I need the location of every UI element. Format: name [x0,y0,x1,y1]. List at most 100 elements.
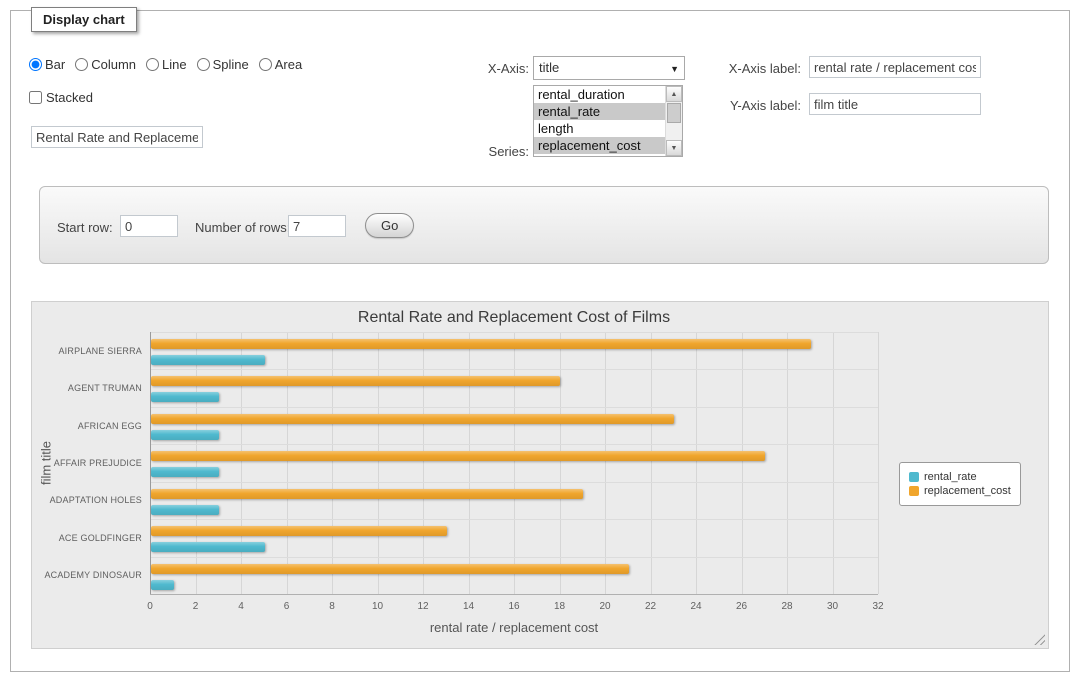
bar-rental_rate[interactable] [151,542,265,552]
bar-replacement_cost[interactable] [151,414,674,424]
bar-rental_rate[interactable] [151,430,219,440]
x-gridline [833,332,834,594]
x-tick-label: 28 [772,601,802,612]
number-of-rows-label: Number of rows: [195,220,290,235]
chart-type-radio-area[interactable] [259,58,272,71]
chart-type-radio-column[interactable] [75,58,88,71]
row-range-panel: Start row: Number of rows: Go [39,186,1049,264]
bar-replacement_cost[interactable] [151,489,583,499]
chart-type-option-line[interactable]: Line [146,57,187,72]
chart-legend: rental_rate replacement_cost [899,462,1021,506]
chart-type-option-label: Area [275,57,302,72]
x-gridline [332,332,333,594]
bar-rental_rate[interactable] [151,580,174,590]
x-gridline [787,332,788,594]
bar-replacement_cost[interactable] [151,339,811,349]
chart-x-axis-title: rental rate / replacement cost [150,620,878,635]
x-gridline [241,332,242,594]
x-tick-label: 30 [818,601,848,612]
x-tick-label: 12 [408,601,438,612]
x-tick-label: 10 [363,601,393,612]
x-gridline [878,332,879,594]
go-button[interactable]: Go [365,213,414,238]
y-gridline [150,369,878,370]
scroll-up-icon[interactable]: ▲ [666,86,682,102]
chart-type-option-column[interactable]: Column [75,57,136,72]
y-axis-label-label: Y-Axis label: [707,98,801,113]
chart-title: Rental Rate and Replacement Cost of Film… [150,309,878,327]
x-tick-label: 24 [681,601,711,612]
x-tick-label: 14 [454,601,484,612]
start-row-label: Start row: [57,220,113,235]
series-option-rental_duration[interactable]: rental_duration [534,86,665,103]
chart-type-option-spline[interactable]: Spline [197,57,249,72]
chart-type-option-label: Spline [213,57,249,72]
legend-label: replacement_cost [924,485,1011,497]
series-option-length[interactable]: length [534,120,665,137]
x-tick-label: 20 [590,601,620,612]
legend-item-replacement_cost[interactable]: replacement_cost [909,485,1011,497]
chart-type-option-area[interactable]: Area [259,57,302,72]
y-axis-line [150,332,151,594]
stacked-label: Stacked [46,90,93,105]
y-axis-label-input[interactable] [809,93,981,115]
y-gridline [150,482,878,483]
legend-label: rental_rate [924,471,977,483]
x-tick-label: 26 [727,601,757,612]
chart-type-radio-line[interactable] [146,58,159,71]
resize-handle-icon[interactable] [1034,634,1045,645]
x-gridline [651,332,652,594]
x-tick-label: 32 [863,601,893,612]
y-gridline [150,557,878,558]
chart-container: Rental Rate and Replacement Cost of Film… [31,301,1049,649]
chart-type-option-bar[interactable]: Bar [29,57,65,72]
x-axis-label-input[interactable] [809,56,981,78]
y-gridline [150,332,878,333]
stacked-option[interactable]: Stacked [29,90,93,105]
stacked-checkbox[interactable] [29,91,42,104]
bar-replacement_cost[interactable] [151,526,447,536]
chart-type-option-label: Bar [45,57,65,72]
scroll-down-icon[interactable]: ▼ [666,140,682,156]
x-gridline [696,332,697,594]
bar-replacement_cost[interactable] [151,451,765,461]
x-tick-label: 22 [636,601,666,612]
x-gridline [196,332,197,594]
bar-replacement_cost[interactable] [151,564,629,574]
chart-type-option-label: Line [162,57,187,72]
x-tick-label: 4 [226,601,256,612]
bar-rental_rate[interactable] [151,392,219,402]
x-tick-label: 6 [272,601,302,612]
series-option-replacement_cost[interactable]: replacement_cost [534,137,665,154]
scrollbar-thumb[interactable] [667,103,681,123]
series-option-rental_rate[interactable]: rental_rate [534,103,665,120]
bar-rental_rate[interactable] [151,467,219,477]
x-gridline [742,332,743,594]
x-tick-label: 16 [499,601,529,612]
x-tick-label: 2 [181,601,211,612]
listbox-scrollbar[interactable]: ▲ ▼ [665,86,682,156]
x-axis-select[interactable]: title ▼ [533,56,685,80]
x-axis-label-label: X-Axis label: [707,61,801,76]
category-label: ACE GOLDFINGER [32,533,142,543]
legend-item-rental_rate[interactable]: rental_rate [909,471,1011,483]
x-axis-line [150,594,878,595]
y-gridline [150,444,878,445]
x-gridline [423,332,424,594]
bar-replacement_cost[interactable] [151,376,560,386]
category-label: AIRPLANE SIERRA [32,346,142,356]
chevron-down-icon: ▼ [670,57,679,81]
bar-rental_rate[interactable] [151,355,265,365]
start-row-input[interactable] [120,215,178,237]
number-of-rows-input[interactable] [288,215,346,237]
chart-title-input[interactable] [31,126,203,148]
y-gridline [150,407,878,408]
chart-type-option-label: Column [91,57,136,72]
chart-type-radio-spline[interactable] [197,58,210,71]
series-listbox[interactable]: rental_durationrental_ratelengthreplacem… [533,85,683,157]
category-label: AFRICAN EGG [32,421,142,431]
chart-type-radio-bar[interactable] [29,58,42,71]
chart-type-radio-group: Bar Column Line Spline Area [29,57,312,72]
page: Display chart BarColumnLineSplineArea St… [0,0,1081,681]
bar-rental_rate[interactable] [151,505,219,515]
